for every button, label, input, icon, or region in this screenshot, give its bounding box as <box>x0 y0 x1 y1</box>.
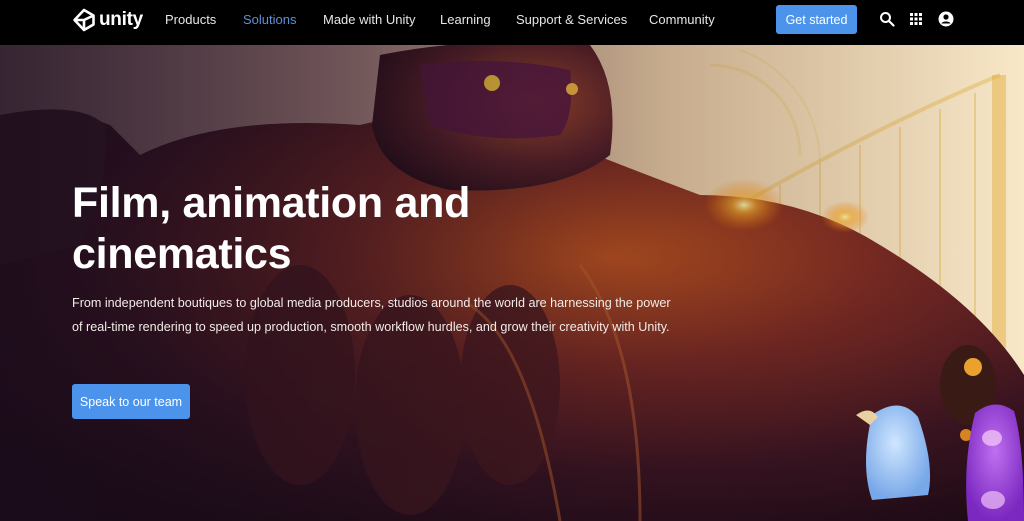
hero-title: Film, animation and cinematics <box>72 178 572 280</box>
get-started-button[interactable]: Get started <box>776 5 857 34</box>
nav-item-support-services[interactable]: Support & Services <box>516 12 627 28</box>
hero-section: Film, animation and cinematics From inde… <box>0 45 1024 521</box>
unity-cube-icon <box>72 8 96 32</box>
apps-grid-icon[interactable] <box>908 11 924 27</box>
search-icon[interactable] <box>879 11 895 27</box>
brand-name: unity <box>99 9 143 30</box>
nav-item-made-with-unity[interactable]: Made with Unity <box>323 12 415 28</box>
hero-description: From independent boutiques to global med… <box>72 296 671 334</box>
top-navigation: unity Products Solutions Made with Unity… <box>0 0 1024 45</box>
hero-title-line-1: Film, animation and <box>72 179 471 227</box>
speak-to-our-team-button[interactable]: Speak to our team <box>72 384 190 419</box>
hero-background-image <box>0 45 1024 521</box>
nav-item-learning[interactable]: Learning <box>440 12 491 28</box>
unity-logo-link[interactable]: unity <box>72 8 143 32</box>
account-icon[interactable] <box>938 11 954 27</box>
nav-item-products[interactable]: Products <box>165 12 216 28</box>
nav-item-solutions[interactable]: Solutions <box>243 12 296 28</box>
hero-title-line-2: cinematics <box>72 230 292 278</box>
nav-item-community[interactable]: Community <box>649 12 715 28</box>
